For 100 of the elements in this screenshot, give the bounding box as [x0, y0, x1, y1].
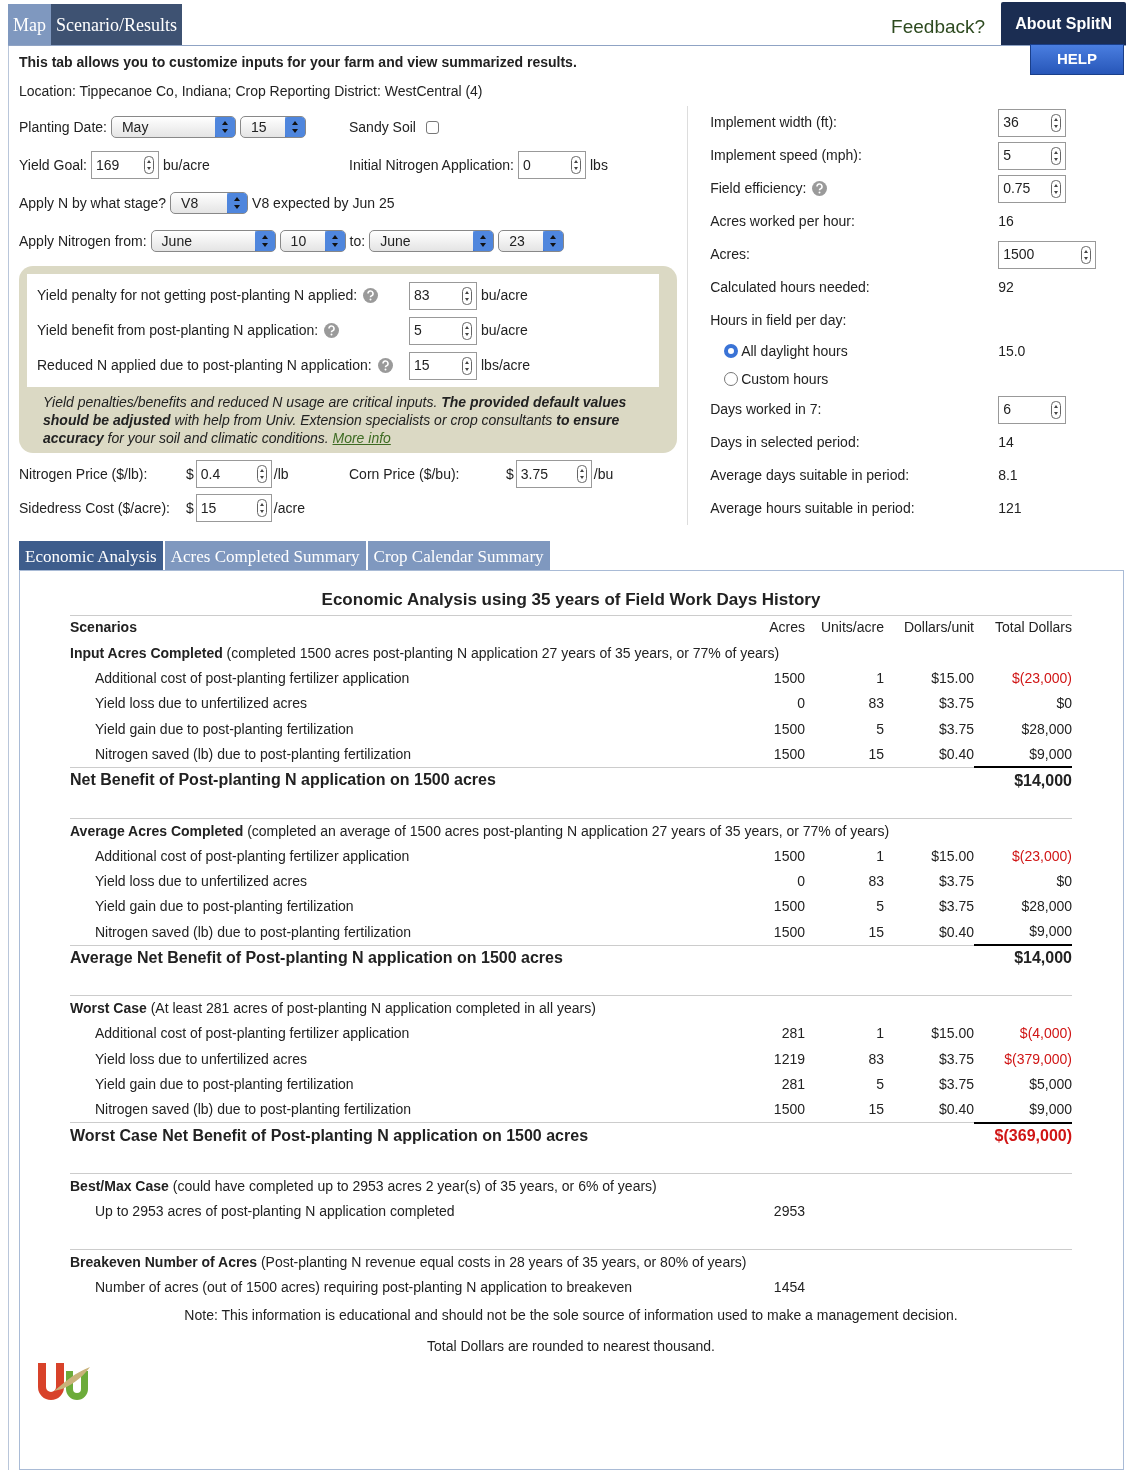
dropdown[interactable]: 10: [279, 230, 346, 252]
dropdown[interactable]: 23: [498, 230, 565, 252]
about-button[interactable]: About SplitN: [1001, 2, 1126, 45]
number-field[interactable]: 0.75: [998, 174, 1067, 203]
table-cell-text: 1219: [772, 1049, 805, 1069]
table-cell-text: 1454: [772, 1278, 805, 1298]
spinner-icon: [571, 156, 581, 174]
field-label: Custom hours: [741, 369, 829, 389]
table-cell: $3.75: [884, 894, 974, 920]
table-cell-text: Yield loss due to unfertilized acres: [94, 1049, 308, 1069]
table-cell: $0.40: [884, 919, 974, 946]
dropdown[interactable]: V8: [170, 192, 249, 214]
field-label: Initial Nitrogen Application:: [349, 155, 514, 175]
table-cell: 5: [805, 894, 884, 920]
table-cell-text: Yield gain due to post-planting fertilization: [94, 1075, 355, 1095]
number-field[interactable]: 15: [195, 494, 272, 522]
table-cell: $15.00: [884, 843, 974, 869]
number-field[interactable]: 83: [409, 281, 477, 310]
table-cell: $3.75: [884, 1072, 974, 1098]
updown-arrow-icon: [214, 117, 235, 137]
dropdown[interactable]: June: [150, 230, 276, 252]
table-cell: $9,000: [974, 741, 1072, 768]
dropdown[interactable]: June: [369, 230, 495, 252]
field-label: Field efficiency:: [710, 179, 807, 198]
table-cell: 1: [805, 843, 884, 869]
number-field[interactable]: 5: [998, 141, 1067, 170]
table-cell: 1500: [741, 919, 805, 946]
field-label: Days worked in 7:: [710, 400, 822, 419]
unit-label: /acre: [273, 498, 305, 518]
location-text: Location: Tippecanoe Co, Indiana; Crop Reporting District: WestCentral (4): [19, 82, 484, 101]
more-info-link[interactable]: More info: [332, 430, 391, 446]
table-cell: $(23,000): [974, 665, 1072, 692]
column-header: Dollars/unit: [884, 615, 974, 641]
table-cell: $3.75: [884, 716, 974, 742]
field-label: All daylight hours: [741, 341, 848, 361]
tab[interactable]: Scenario/Results: [51, 4, 182, 45]
table-cell: $3.75: [884, 868, 974, 895]
field-label: Days in selected period:: [710, 433, 860, 452]
section-heading: Breakeven Number of Acres (Post-planting N revenue equal costs in 28 years of 35 years, or 80% of years): [70, 1249, 1072, 1276]
table-cell-text: Yield loss due to unfertilized acres: [94, 872, 308, 892]
table-cell: $(23,000): [974, 843, 1072, 869]
field-label: Average days suitable in period:: [710, 466, 910, 485]
number-field[interactable]: 5: [409, 316, 477, 345]
column-header: Scenarios: [70, 615, 741, 641]
table-cell: $28,000: [974, 716, 1072, 742]
number-field[interactable]: 36: [998, 108, 1067, 137]
table-cell: $9,000: [974, 1097, 1072, 1123]
field-label: Acres:: [710, 245, 750, 264]
column-header: Acres: [741, 615, 805, 641]
number-field[interactable]: 15: [409, 351, 477, 380]
table-cell: Nitrogen saved (lb) due to post-planting fertilization: [70, 741, 741, 768]
help-button[interactable]: HELP: [1030, 44, 1124, 75]
table-cell: $3.75: [884, 691, 974, 717]
unit-label: /lb: [273, 464, 289, 484]
table-cell: $3.75: [884, 1046, 974, 1073]
spinner-icon: [1051, 400, 1062, 419]
radio-button[interactable]: [724, 372, 739, 386]
feedback-link[interactable]: Feedback?: [891, 12, 986, 41]
updown-arrow-icon: [543, 231, 564, 251]
table-cell: 15: [805, 741, 884, 768]
field-label: Apply N by what stage?: [19, 193, 167, 213]
dropdown[interactable]: May: [110, 116, 236, 138]
number-field[interactable]: 1500: [998, 240, 1097, 269]
table-cell-text: 0: [796, 694, 805, 714]
checkbox[interactable]: [425, 120, 439, 134]
note-text: Note: This information is educational and should not be the sole source of information used to make a management decision.: [183, 1305, 959, 1325]
table-cell: 5: [805, 716, 884, 742]
field-label: Sidedress Cost ($/acre):: [19, 498, 171, 518]
table-cell-text: Additional cost of post-planting fertilizer application: [94, 668, 411, 688]
radio-button[interactable]: [724, 344, 739, 358]
table-cell: $5,000: [974, 1072, 1072, 1098]
table-cell: Nitrogen saved (lb) due to post-planting fertilization: [70, 919, 741, 946]
field-label: Implement width (ft):: [710, 113, 837, 132]
field-label: Sandy Soil: [349, 117, 416, 137]
table-cell-text: 281: [780, 1024, 805, 1044]
number-field[interactable]: 0.4: [195, 460, 272, 488]
number-field[interactable]: 6: [998, 395, 1067, 424]
table-cell: $0.40: [884, 1097, 974, 1123]
field-label: Yield benefit from post-planting N application:: [37, 321, 319, 340]
table-cell-text: 1500: [772, 668, 805, 688]
table-cell: $15.00: [884, 1021, 974, 1047]
value-text: 92: [998, 278, 1014, 297]
number-field[interactable]: 0: [518, 151, 586, 179]
dropdown[interactable]: 15: [239, 116, 306, 138]
section-heading: Best/Max Case (could have completed up to 2953 acres 2 year(s) of 35 years, or 6% of years): [70, 1173, 1072, 1199]
tab[interactable]: Economic Analysis: [19, 541, 163, 570]
updown-arrow-icon: [284, 117, 305, 137]
table-cell: $0: [974, 868, 1072, 895]
number-field[interactable]: 169: [90, 151, 159, 179]
number-field[interactable]: 3.75: [515, 460, 592, 488]
total-label: Average Net Benefit of Post-planting N application on 1500 acres: [70, 945, 974, 971]
value-text: 16: [998, 212, 1014, 231]
field-label: Yield Goal:: [19, 155, 87, 175]
value-text: 121: [998, 499, 1022, 518]
unit-label: /bu: [593, 464, 614, 484]
table-cell-text: Up to 2953 acres of post-planting N application completed: [94, 1202, 456, 1222]
table-cell: 83: [805, 868, 884, 895]
value-text: 14: [998, 433, 1014, 452]
updown-arrow-icon: [254, 231, 275, 251]
note-text: Total Dollars are rounded to nearest thousand.: [426, 1336, 716, 1356]
